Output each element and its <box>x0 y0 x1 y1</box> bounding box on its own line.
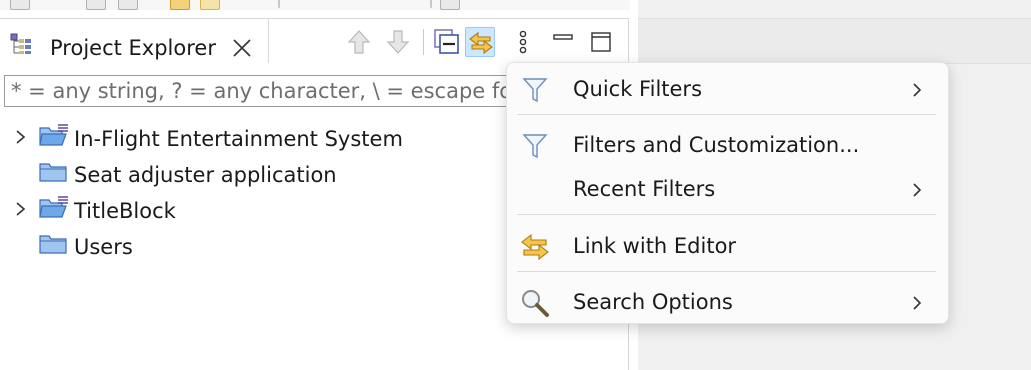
tree-item-label: TitleBlock <box>74 199 176 223</box>
tab-title: Project Explorer <box>50 36 216 60</box>
tree-item-label: Users <box>74 235 133 259</box>
menu-item-label: Recent Filters <box>573 177 716 201</box>
chevron-right-icon[interactable] <box>14 128 28 146</box>
tree-item-label: In-Flight Entertainment System <box>74 127 403 151</box>
filter-icon <box>519 75 551 105</box>
toolbar-separator <box>430 0 432 8</box>
project-explorer-icon <box>10 33 31 54</box>
link-with-editor-icon <box>519 232 551 262</box>
maximize-icon[interactable] <box>586 27 616 57</box>
open-folder-icon <box>38 196 70 220</box>
main-toolbar-strip <box>0 0 630 10</box>
save-all-icon[interactable] <box>118 0 138 10</box>
arrow-down-icon[interactable] <box>383 27 413 57</box>
toolbar-icon[interactable] <box>10 0 30 10</box>
editor-tab-strip <box>638 18 1031 64</box>
chevron-right-icon <box>911 294 923 312</box>
open-folder-icon <box>38 124 70 148</box>
menu-item-label: Search Options <box>573 290 733 314</box>
save-icon[interactable] <box>86 0 106 10</box>
toolbar-separator <box>423 29 424 55</box>
view-header: Project Explorer <box>0 18 628 63</box>
menu-item-link-with-editor[interactable]: Link with Editor <box>507 224 948 268</box>
menu-item-recent-filters[interactable]: Recent Filters <box>507 167 948 211</box>
filter-placeholder: * = any string, ? = any character, \ = e… <box>11 79 543 103</box>
folder-icon <box>38 232 70 256</box>
view-menu-icon[interactable] <box>508 27 538 57</box>
menu-item-label: Filters and Customization... <box>573 133 860 157</box>
menu-item-label: Link with Editor <box>573 234 737 258</box>
menu-item-label: Quick Filters <box>573 77 703 101</box>
link-with-editor-button[interactable] <box>465 27 495 57</box>
magnifier-icon <box>519 288 551 318</box>
menu-separator <box>517 271 936 272</box>
edit-icon[interactable] <box>200 0 220 10</box>
collapse-all-icon[interactable] <box>432 27 462 57</box>
chevron-right-icon[interactable] <box>14 200 28 218</box>
tab-project-explorer[interactable]: Project Explorer <box>0 19 269 63</box>
minimize-icon[interactable] <box>548 27 578 57</box>
chevron-right-icon <box>911 181 923 199</box>
open-folder-icon[interactable] <box>170 0 190 10</box>
menu-item-quick-filters[interactable]: Quick Filters <box>507 67 948 111</box>
filter-icon <box>519 131 551 161</box>
menu-item-filters-customization[interactable]: Filters and Customization... <box>507 123 948 167</box>
view-menu-dropdown: Quick Filters Filters and Customization.… <box>506 62 949 324</box>
menu-separator <box>517 214 936 215</box>
arrow-up-icon[interactable] <box>344 27 374 57</box>
folder-icon <box>38 160 70 184</box>
toolbar-separator <box>278 0 280 8</box>
menu-separator <box>517 114 936 115</box>
toolbar-icon[interactable] <box>440 0 460 10</box>
close-icon[interactable] <box>231 37 253 59</box>
filter-input[interactable]: * = any string, ? = any character, \ = e… <box>4 75 544 107</box>
menu-item-search-options[interactable]: Search Options <box>507 280 948 324</box>
tree-item-label: Seat adjuster application <box>74 163 337 187</box>
chevron-right-icon <box>911 81 923 99</box>
